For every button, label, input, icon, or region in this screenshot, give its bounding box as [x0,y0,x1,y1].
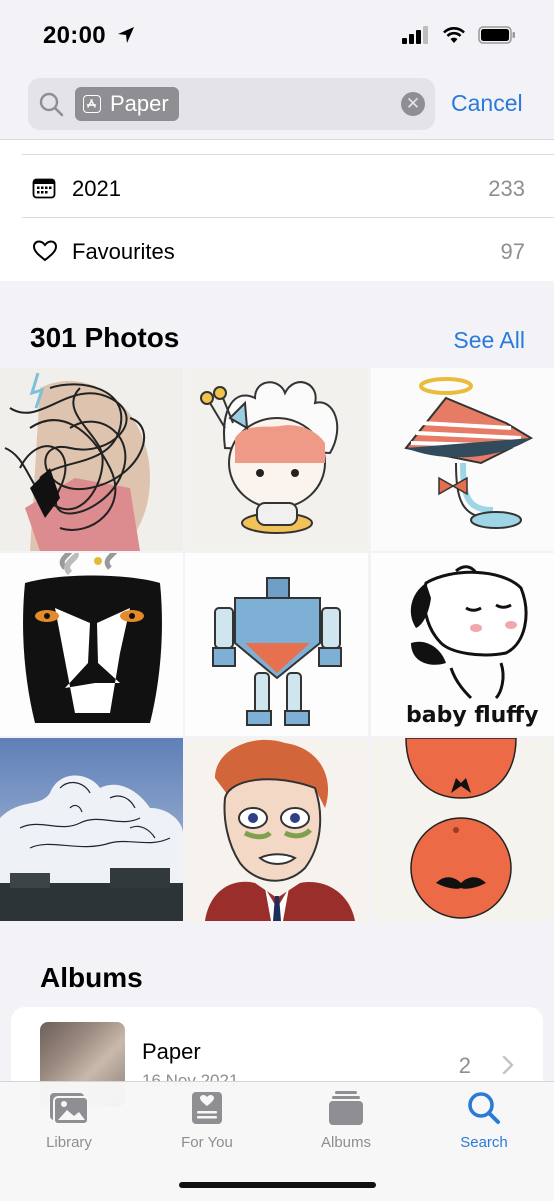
status-bar: 20:00 [0,0,554,70]
photo-thumbnail[interactable] [0,738,183,921]
list-item-favourites[interactable]: Favourites 97 [22,219,554,282]
search-bar: Paper ✕ Cancel [0,70,554,140]
list-item-2021[interactable]: 2021 233 [22,156,554,219]
photo-grid: baby fluffy [0,368,554,921]
divider [22,154,554,155]
search-icon [468,1092,500,1124]
chevron-right-icon [502,1055,514,1080]
list-item-count: 233 [488,176,525,201]
cancel-button[interactable]: Cancel [451,90,523,117]
tab-library[interactable]: Library [0,1090,138,1151]
album-name: Paper [142,1039,201,1064]
clear-icon[interactable]: ✕ [401,92,425,116]
photo-thumbnail[interactable] [185,368,368,551]
tab-search[interactable]: Search [415,1090,553,1151]
albums-section-title: Albums [40,962,143,993]
tab-label: Search [460,1134,508,1151]
location-arrow-icon [117,26,135,49]
heart-icon [32,239,58,268]
albums-icon [329,1091,363,1125]
calendar-icon [32,176,56,205]
list-item-count: 97 [500,239,525,264]
photo-thumbnail[interactable] [0,553,183,736]
divider [22,217,554,218]
photo-thumbnail[interactable] [371,368,554,551]
photos-section-title: 301 Photos [30,322,180,353]
wifi-icon [443,27,465,43]
tab-for-you[interactable]: For You [138,1090,276,1151]
for-you-icon [192,1092,222,1124]
photo-thumbnail[interactable] [185,738,368,921]
search-token-label: Paper [110,91,169,116]
tab-albums[interactable]: Albums [277,1090,415,1151]
status-icons [402,26,516,44]
photo-thumbnail[interactable] [0,368,183,551]
tab-label: For You [181,1134,233,1151]
see-all-button[interactable]: See All [453,327,525,354]
album-count: 2 [458,1053,471,1078]
battery-icon [478,26,515,44]
tab-label: Albums [320,1134,372,1151]
search-token[interactable]: Paper [75,87,179,121]
photo-thumbnail[interactable] [371,738,554,921]
tab-label: Library [46,1134,92,1151]
search-input[interactable]: Paper ✕ [28,78,435,130]
app-store-icon [83,95,101,113]
list-item-label: Favourites [72,239,175,264]
photo-thumbnail[interactable]: baby fluffy [371,553,554,736]
results-list: 2021 233 Favourites 97 [0,140,554,281]
status-time: 20:00 [43,22,106,49]
search-icon [38,91,64,122]
cellular-signal-icon [402,26,428,44]
photo-thumbnail[interactable] [185,553,368,736]
home-indicator [179,1182,376,1188]
photo-caption: baby fluffy [406,703,539,728]
photo-library-icon [50,1093,89,1125]
list-item-label: 2021 [72,176,121,201]
